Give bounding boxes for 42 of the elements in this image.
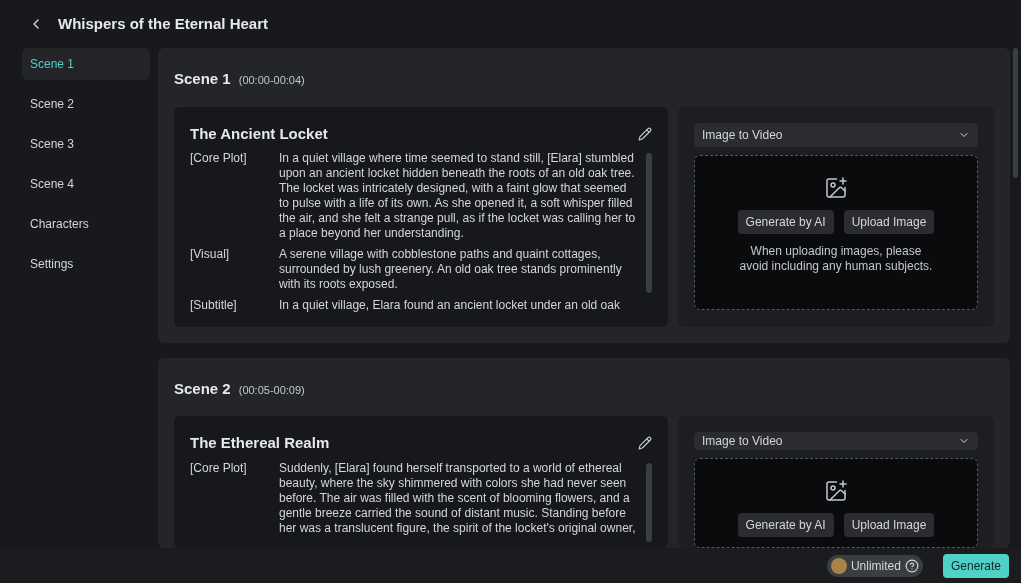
- image-add-icon: [824, 175, 848, 200]
- field-label: [Visual]: [190, 247, 231, 263]
- scene-time: (00:05-00:09): [238, 382, 305, 398]
- field-text: In a quiet village, Elara found an ancient locket under an old oak: [279, 298, 621, 313]
- upload-option-button[interactable]: Upload Image: [843, 513, 935, 537]
- page-scrollbar[interactable]: [1013, 48, 1018, 178]
- coin-icon: [830, 557, 847, 574]
- sidebar-item[interactable]: Scene 4: [22, 168, 150, 200]
- card-title: The Ancient Locket: [190, 123, 328, 144]
- mode-dropdown[interactable]: Image to Video: [694, 122, 978, 147]
- edit-icon[interactable]: [638, 126, 652, 141]
- sidebar-item[interactable]: Scene 1: [22, 48, 150, 80]
- upload-note: When uploading images, please avoid including any human subjects.: [738, 243, 934, 274]
- field-label: [Core Plot]: [190, 151, 248, 167]
- field-text: Suddenly, [Elara] found herself transported to a world of ethereal beauty, where the sky shimmered with colors she had never seen before. The air was filled with the scent of blooming flowers, and a gentle breeze carried the sound of distant music. Standing before her was a translucent figure, the spirit of the locket's original owner,: [279, 460, 637, 536]
- image-add-icon: [824, 479, 848, 503]
- sidebar-item[interactable]: Characters: [22, 208, 150, 240]
- scrollbar[interactable]: [646, 462, 652, 542]
- scene-title: Scene 2: [174, 378, 231, 399]
- scene-time: (00:00-00:04): [238, 73, 305, 88]
- upload-option-button[interactable]: Generate by AI: [737, 513, 834, 537]
- field-label: [Core Plot]: [190, 460, 248, 477]
- sidebar-item[interactable]: Settings: [22, 248, 150, 280]
- sidebar-item[interactable]: Scene 2: [22, 88, 150, 120]
- card-title: The Ethereal Realm: [190, 433, 330, 453]
- sidebar-item[interactable]: Scene 3: [22, 128, 150, 160]
- edit-icon[interactable]: [638, 436, 652, 451]
- upload-area[interactable]: Generate by AI Upload Image When uploading images, please avoid including any human subjects.: [694, 154, 978, 310]
- generate-button[interactable]: Generate: [942, 553, 1009, 578]
- project-title: Whispers of the Eternal Heart: [58, 13, 269, 34]
- help-icon[interactable]: [904, 558, 919, 573]
- field-text: A serene village with cobblestone paths and quaint cottages, surrounded by lush greenery. An old oak tree stands prominently with its roots exposed.: [279, 247, 623, 292]
- scene-title: Scene 1: [174, 69, 231, 89]
- field-label: [Subtitle]: [190, 298, 238, 313]
- upload-option-button[interactable]: Upload Image: [843, 209, 935, 234]
- credits-label: Unlimited: [850, 557, 901, 575]
- mode-dropdown[interactable]: Image to Video: [694, 432, 978, 450]
- scrollbar[interactable]: [646, 153, 652, 293]
- upload-area[interactable]: Generate by AI Upload Image: [694, 458, 978, 548]
- upload-option-button[interactable]: Generate by AI: [737, 209, 834, 234]
- field-text: In a quiet village where time seemed to stand still, [Elara] stumbled upon an ancient locket hidden beneath the roots of an old oak tree. The locket was intricately designed, with a faint glow that seemed to pulse with a life of its own. As she opened it, a soft whisper filled the air, and she felt a strange pull, as if the locket was calling her to a place beyond her understanding.: [279, 151, 637, 241]
- credits-pill[interactable]: Unlimited: [826, 554, 923, 577]
